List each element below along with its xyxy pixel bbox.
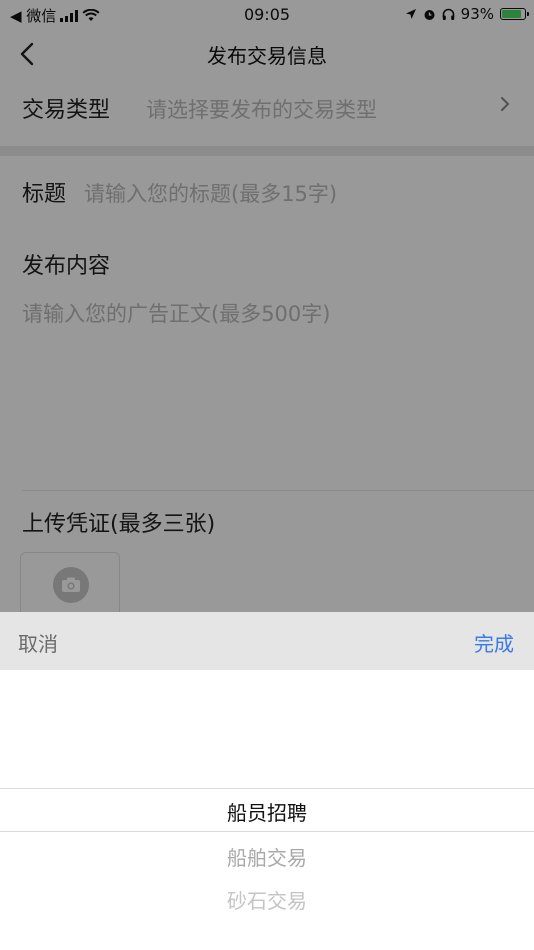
publish-trade-page: ◀ 微信 09:05 93% 发布交易信息 交易类型 请选择要发布的交易类型 标… [0,0,534,950]
picker-option[interactable]: 船舶交易 [0,842,534,871]
modal-overlay[interactable] [0,0,534,612]
trade-type-picker[interactable]: 船员招聘 船舶交易 砂石交易 [0,670,534,950]
picker-option[interactable]: 船员招聘 [0,797,534,826]
picker-option[interactable]: 砂石交易 [0,885,534,914]
cancel-button[interactable]: 取消 [18,628,58,657]
selection-line-top [0,788,534,789]
selection-line-bottom [0,831,534,832]
done-button[interactable]: 完成 [474,628,514,657]
picker-toolbar: 取消 完成 [0,612,534,670]
